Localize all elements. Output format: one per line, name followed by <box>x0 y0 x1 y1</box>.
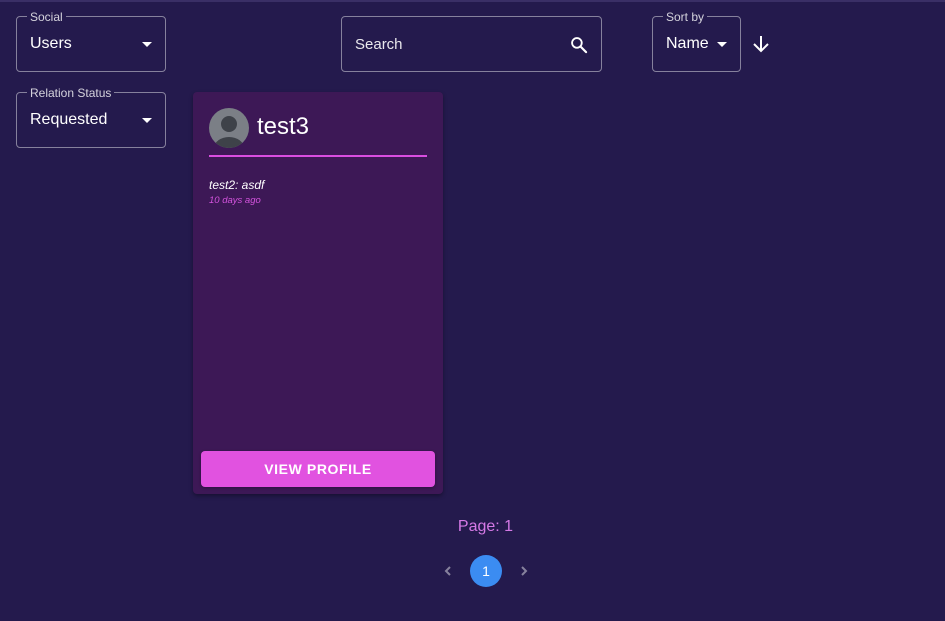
chevron-left-icon[interactable] <box>437 560 459 582</box>
search-placeholder: Search <box>355 35 403 53</box>
chevron-right-icon[interactable] <box>513 560 535 582</box>
search-icon[interactable] <box>569 35 589 55</box>
user-card: test3 test2: asdf 10 days ago VIEW PROFI… <box>193 92 443 494</box>
user-avatar-icon <box>209 108 249 148</box>
view-profile-button[interactable]: VIEW PROFILE <box>201 451 435 487</box>
page-label: Page: 1 <box>457 518 514 535</box>
social-select-value: Users <box>30 35 72 52</box>
page-button-current[interactable]: 1 <box>470 555 502 587</box>
card-message-time: 10 days ago <box>209 195 261 206</box>
caret-down-icon <box>142 42 152 47</box>
sort-by-select[interactable]: Sort by Name <box>652 10 741 72</box>
relation-status-select[interactable]: Relation Status Requested <box>16 86 166 148</box>
top-edge <box>0 0 945 2</box>
search-input[interactable]: Search <box>341 16 602 72</box>
relation-status-value: Requested <box>30 111 108 128</box>
caret-down-icon <box>717 42 727 47</box>
card-username: test3 <box>257 113 310 140</box>
social-select[interactable]: Social Users <box>16 10 166 72</box>
sort-by-value: Name <box>666 35 709 52</box>
caret-down-icon <box>142 118 152 123</box>
card-message: test2: asdf <box>209 178 265 192</box>
arrow-down-icon[interactable] <box>750 32 772 56</box>
card-divider <box>209 155 427 157</box>
